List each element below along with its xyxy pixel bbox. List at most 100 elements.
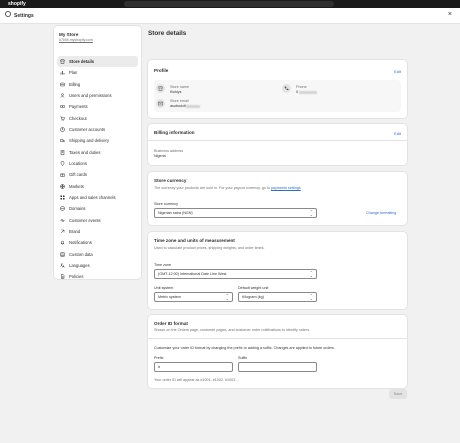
events-icon [60, 217, 65, 223]
currency-select[interactable]: Nigerian naira (NGN) ⌃ ⌄ [154, 208, 317, 218]
timezone-select-value: (GMT-12:00) International Date Line West [158, 272, 227, 276]
search-bar[interactable] [124, 1, 334, 7]
profile-title: Profile [154, 68, 169, 73]
select-chevron-icon: ⌃ ⌄ [225, 293, 229, 301]
timezone-title: Time zone and units of measurement [154, 238, 235, 243]
email-value-text: asutsolutl [170, 104, 186, 108]
domain-icon [60, 206, 65, 212]
billing-edit-link[interactable]: Edit [394, 131, 401, 136]
sidebar-item-checkout[interactable]: Checkout [54, 113, 141, 124]
billing-divider [148, 140, 407, 141]
store-name-label: Store name [170, 85, 190, 89]
close-icon[interactable]: × [448, 11, 452, 18]
phone-icon [282, 84, 291, 93]
prefix-label: Prefix [154, 356, 164, 360]
currency-title: Store currency [154, 178, 187, 183]
phone-label: Phone [296, 85, 307, 89]
brand-icon [60, 229, 65, 234]
sidebar-item-policies[interactable]: Policies [54, 271, 141, 282]
sidebar-item-gift-cards[interactable]: Gift cards [54, 169, 141, 180]
sidebar-item-label: Customer events [69, 217, 101, 223]
timezone-label: Time zone [154, 263, 172, 267]
timezone-select[interactable]: (GMT-12:00) International Date Line West… [154, 269, 317, 279]
sidebar-item-locations[interactable]: Locations [54, 158, 141, 169]
tax-icon [60, 150, 65, 155]
email-redacted [185, 104, 200, 108]
sidebar-item-notifications[interactable]: Notifications [54, 237, 141, 248]
store-name-value: Kicklys [170, 90, 182, 94]
billing-card: Billing information Edit Business addres… [148, 124, 407, 165]
profile-edit-link[interactable]: Edit [394, 69, 401, 74]
timezone-description: Used to calculate product prices, shippi… [154, 246, 265, 250]
weight-unit-label: Default weight unit [238, 286, 269, 290]
bell-icon [60, 240, 65, 246]
sidebar-item-label: Plan [69, 70, 78, 76]
phone-value-text: 0 [296, 90, 299, 94]
settings-nav: Store details Plan Billing Users and permis… [54, 56, 141, 283]
profile-details: Store name Kicklys Phone 0 Store email a… [154, 80, 401, 112]
business-address-label: Business address [154, 149, 184, 153]
sidebar-item-label: Languages [69, 263, 90, 269]
data-icon [60, 252, 65, 257]
profile-card: Profile Edit Store name Kicklys Phone 0 … [148, 60, 407, 118]
cart-icon [60, 116, 65, 121]
sidebar-item-label: Apps and sales channels [69, 195, 116, 201]
order-id-description: Shown on the Orders page, customer pages… [154, 328, 311, 332]
payments-settings-link[interactable]: payments settings [271, 186, 301, 190]
timezone-card: Time zone and units of measurement Used … [148, 232, 407, 309]
billing-icon [60, 82, 65, 87]
store-icon [60, 59, 65, 64]
gift-icon [60, 172, 65, 178]
email-label: Store email [170, 99, 189, 103]
sidebar-item-domains[interactable]: Domains [54, 203, 141, 214]
sidebar-item-label: Shipping and delivery [69, 138, 110, 144]
sidebar-item-payments[interactable]: Payments [54, 101, 141, 112]
sidebar-item-users-and-permissions[interactable]: Users and permissions [54, 90, 141, 101]
currency-description: The currency your products are sold in. … [154, 186, 301, 190]
sidebar-item-label: Domains [69, 206, 86, 212]
sidebar-item-custom-data[interactable]: Custom data [54, 249, 141, 260]
sidebar-item-label: Users and permissions [69, 93, 112, 99]
shopify-logo: shopify [8, 1, 26, 7]
email-value: asutsolutl [170, 104, 200, 108]
store-domain-link[interactable]: 6700b.myshopify.com [59, 38, 93, 42]
email-icon [156, 99, 165, 108]
language-icon [60, 263, 65, 268]
unit-system-select[interactable]: Metric system ⌃ ⌄ [154, 292, 233, 302]
sidebar-item-label: Notifications [69, 240, 92, 246]
sidebar-item-shipping-and-delivery[interactable]: Shipping and delivery [54, 135, 141, 146]
sidebar-item-store-details[interactable]: Store details [57, 56, 138, 68]
sidebar-item-billing[interactable]: Billing [54, 79, 141, 90]
change-formatting-link[interactable]: Change formatting [366, 211, 396, 215]
user-icon [60, 93, 65, 98]
prefix-input[interactable]: # [154, 362, 233, 372]
sidebar-item-label: Markets [69, 183, 84, 189]
sidebar-item-brand[interactable]: Brand [54, 226, 141, 237]
currency-field-label: Store currency [154, 202, 178, 206]
suffix-input[interactable] [238, 362, 317, 372]
select-chevron-icon: ⌃ ⌄ [309, 209, 313, 217]
sidebar-item-customer-events[interactable]: Customer events [54, 215, 141, 226]
unit-system-value: Metric system [158, 295, 181, 299]
sidebar-item-label: Gift cards [69, 172, 87, 178]
sidebar-item-label: Brand [69, 229, 81, 235]
sidebar-item-plan[interactable]: Plan [54, 67, 141, 78]
order-id-title: Order ID format [154, 321, 188, 326]
page-title: Store details [148, 30, 187, 37]
sidebar-item-taxes-and-duties[interactable]: Taxes and duties [54, 147, 141, 158]
sidebar-item-apps-and-sales-channels[interactable]: Apps and sales channels [54, 192, 141, 203]
truck-icon [60, 138, 65, 143]
weight-unit-value: Kilogram (kg) [242, 295, 264, 299]
order-id-customize-text: Customize your order ID format by changi… [154, 346, 335, 350]
sidebar-item-label: Store details [69, 59, 95, 65]
save-button[interactable]: Save [389, 389, 407, 399]
gear-icon [5, 11, 11, 17]
weight-unit-select[interactable]: Kilogram (kg) ⌃ ⌄ [238, 292, 317, 302]
sidebar-item-markets[interactable]: Markets [54, 181, 141, 192]
sidebar-item-label: Checkout [69, 115, 87, 121]
sidebar-item-customer-accounts[interactable]: Customer accounts [54, 124, 141, 135]
person-icon [60, 127, 65, 132]
chart-icon [60, 70, 65, 75]
billing-title: Billing information [154, 130, 195, 135]
sidebar-item-languages[interactable]: Languages [54, 260, 141, 271]
